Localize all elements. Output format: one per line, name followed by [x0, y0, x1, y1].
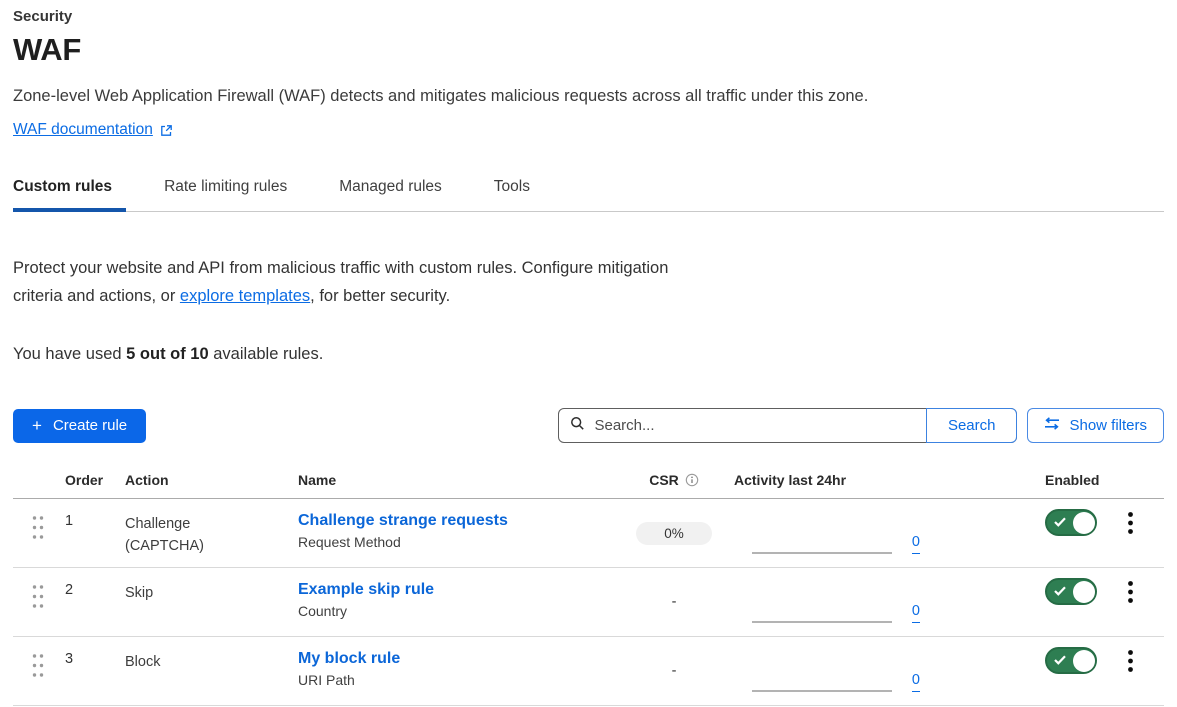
- column-header-order: Order: [53, 472, 113, 488]
- drag-handle-icon[interactable]: [30, 583, 46, 610]
- usage-count: 5 out of 10: [126, 345, 209, 363]
- rule-name-link[interactable]: Example skip rule: [298, 579, 434, 600]
- csr-value: -: [672, 594, 677, 610]
- waf-page: Security WAF Zone-level Web Application …: [0, 0, 1177, 706]
- create-rule-button[interactable]: + Create rule: [13, 409, 146, 443]
- enabled-toggle[interactable]: [1045, 578, 1097, 605]
- activity-sparkline: [752, 552, 892, 554]
- page-title: WAF: [13, 32, 1164, 68]
- csr-header-label: CSR: [649, 472, 679, 488]
- drag-handle-icon[interactable]: [30, 514, 46, 541]
- search-group: Search: [558, 408, 1017, 443]
- show-filters-label: Show filters: [1069, 417, 1147, 434]
- column-header-enabled: Enabled: [934, 472, 1164, 488]
- column-header-activity: Activity last 24hr: [734, 472, 934, 488]
- intro-line1: Protect your website and API from malici…: [13, 259, 668, 277]
- table-row: 2 Skip Example skip rule Country - 0: [13, 568, 1164, 637]
- search-button[interactable]: Search: [926, 408, 1018, 443]
- rule-order: 2: [53, 568, 113, 636]
- custom-rules-intro: Protect your website and API from malici…: [13, 254, 773, 310]
- column-header-csr: CSR: [614, 472, 734, 488]
- activity-count-link[interactable]: 0: [912, 604, 920, 624]
- rules-toolbar: + Create rule Search: [13, 408, 1164, 443]
- rule-name-link[interactable]: Challenge strange requests: [298, 510, 508, 531]
- rule-field: URI Path: [298, 672, 614, 688]
- waf-tabs: Custom rules Rate limiting rules Managed…: [13, 172, 1164, 212]
- activity-sparkline: [752, 621, 892, 623]
- page-description: Zone-level Web Application Firewall (WAF…: [13, 87, 1164, 106]
- toggle-knob: [1073, 581, 1095, 603]
- tab-managed-rules[interactable]: Managed rules: [339, 172, 456, 211]
- plus-icon: +: [32, 417, 42, 434]
- rule-action: Skip: [125, 582, 153, 604]
- tab-custom-rules[interactable]: Custom rules: [13, 172, 126, 211]
- csr-value: -: [672, 663, 677, 679]
- search-icon: [570, 416, 585, 436]
- rule-field: Country: [298, 603, 614, 619]
- csr-badge: 0%: [636, 522, 712, 545]
- swap-arrows-icon: [1044, 417, 1060, 434]
- usage-prefix: You have used: [13, 345, 126, 363]
- rule-name-link[interactable]: My block rule: [298, 648, 400, 669]
- column-header-action: Action: [113, 472, 286, 488]
- check-icon: [1054, 652, 1066, 670]
- external-link-icon: [160, 124, 173, 137]
- rule-action: Challenge (CAPTCHA): [125, 513, 235, 557]
- kebab-menu-icon[interactable]: [1123, 509, 1138, 538]
- column-header-name: Name: [286, 472, 614, 488]
- tab-tools[interactable]: Tools: [494, 172, 544, 211]
- enabled-toggle[interactable]: [1045, 509, 1097, 536]
- rule-order: 1: [53, 499, 113, 567]
- enabled-toggle[interactable]: [1045, 647, 1097, 674]
- drag-handle-icon[interactable]: [30, 652, 46, 679]
- kebab-menu-icon[interactable]: [1123, 647, 1138, 676]
- create-rule-label: Create rule: [53, 417, 127, 434]
- activity-count-link[interactable]: 0: [912, 535, 920, 555]
- table-header-row: Order Action Name CSR Activity last 24hr…: [13, 466, 1164, 499]
- custom-rules-table: Order Action Name CSR Activity last 24hr…: [13, 466, 1164, 706]
- table-row: 3 Block My block rule URI Path - 0: [13, 637, 1164, 706]
- waf-documentation-link[interactable]: WAF documentation: [13, 121, 173, 139]
- toggle-knob: [1073, 512, 1095, 534]
- activity-sparkline: [752, 690, 892, 692]
- show-filters-button[interactable]: Show filters: [1027, 408, 1164, 443]
- intro-line2-post: , for better security.: [310, 287, 450, 305]
- usage-suffix: available rules.: [209, 345, 324, 363]
- table-row: 1 Challenge (CAPTCHA) Challenge strange …: [13, 499, 1164, 568]
- rule-order: 3: [53, 637, 113, 705]
- rule-field: Request Method: [298, 534, 614, 550]
- kebab-menu-icon[interactable]: [1123, 578, 1138, 607]
- activity-count-link[interactable]: 0: [912, 673, 920, 693]
- check-icon: [1054, 514, 1066, 532]
- tab-rate-limiting-rules[interactable]: Rate limiting rules: [164, 172, 301, 211]
- waf-documentation-link-label: WAF documentation: [13, 121, 153, 139]
- intro-line2-pre: criteria and actions, or: [13, 287, 180, 305]
- toggle-knob: [1073, 650, 1095, 672]
- rule-action: Block: [125, 651, 160, 673]
- breadcrumb-security: Security: [13, 8, 1164, 25]
- explore-templates-link[interactable]: explore templates: [180, 287, 310, 305]
- info-icon[interactable]: [685, 473, 699, 487]
- check-icon: [1054, 583, 1066, 601]
- rules-usage-text: You have used 5 out of 10 available rule…: [13, 345, 1164, 364]
- search-input[interactable]: [594, 417, 914, 434]
